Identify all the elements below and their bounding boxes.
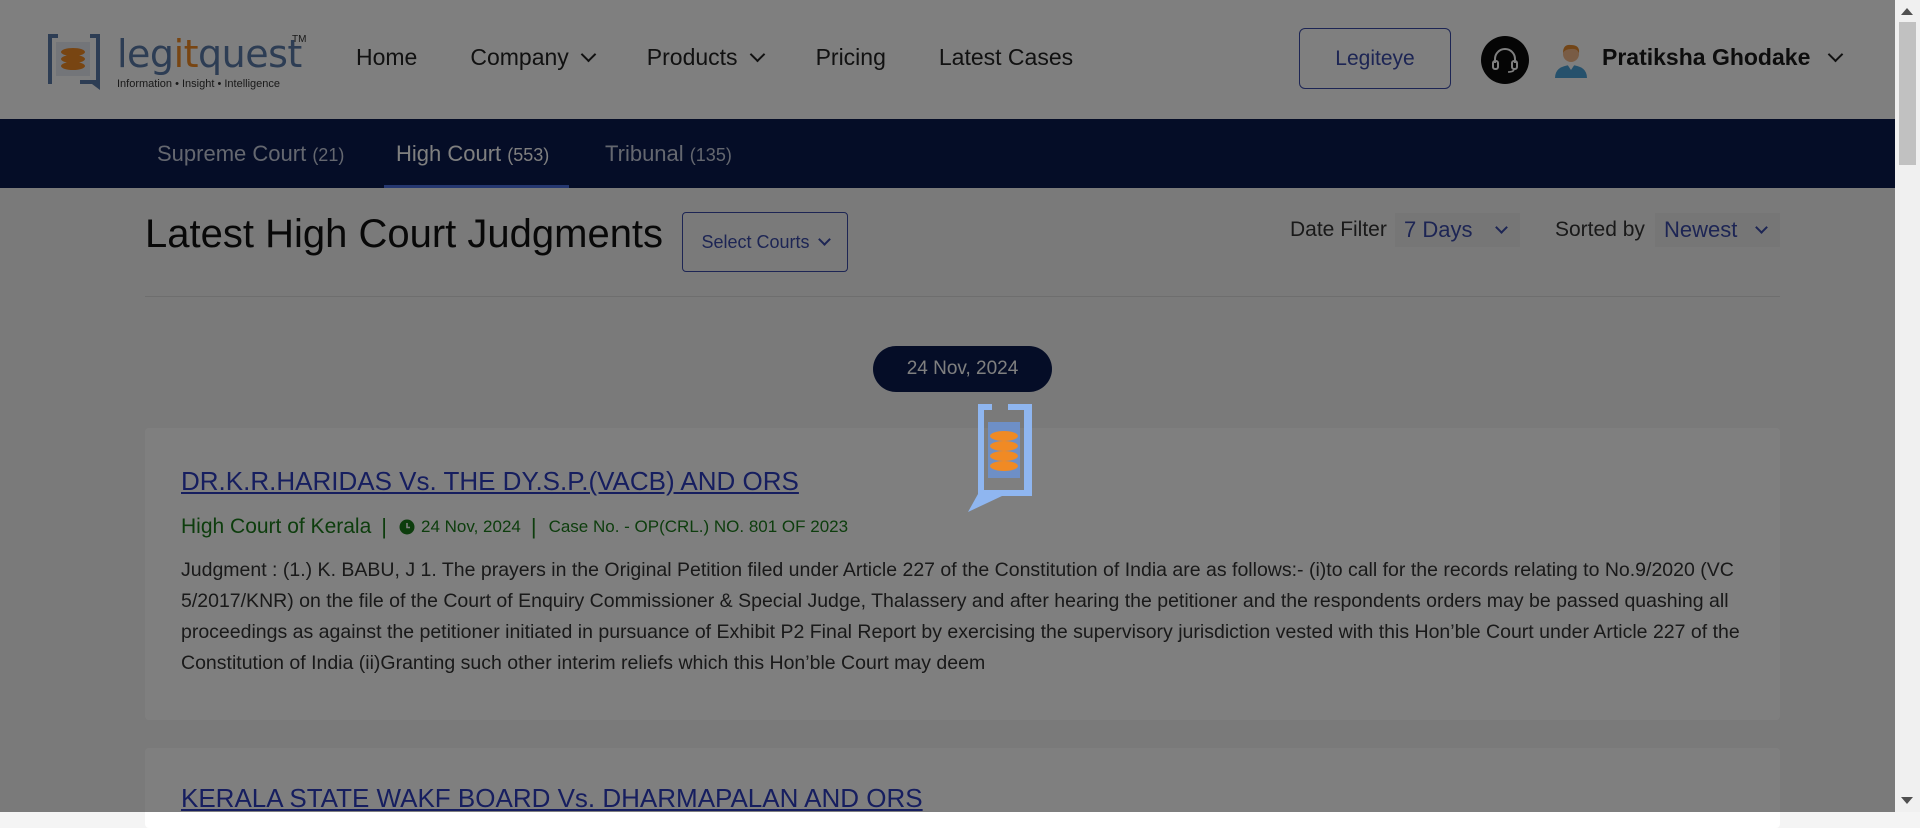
loading-overlay <box>0 0 1895 812</box>
loading-logo-icon <box>968 404 1032 512</box>
scrollbar-thumb[interactable] <box>1899 22 1916 165</box>
scroll-up-icon[interactable] <box>1901 8 1913 15</box>
page-scrollbar[interactable] <box>1895 0 1920 812</box>
scroll-down-icon[interactable] <box>1901 797 1913 804</box>
